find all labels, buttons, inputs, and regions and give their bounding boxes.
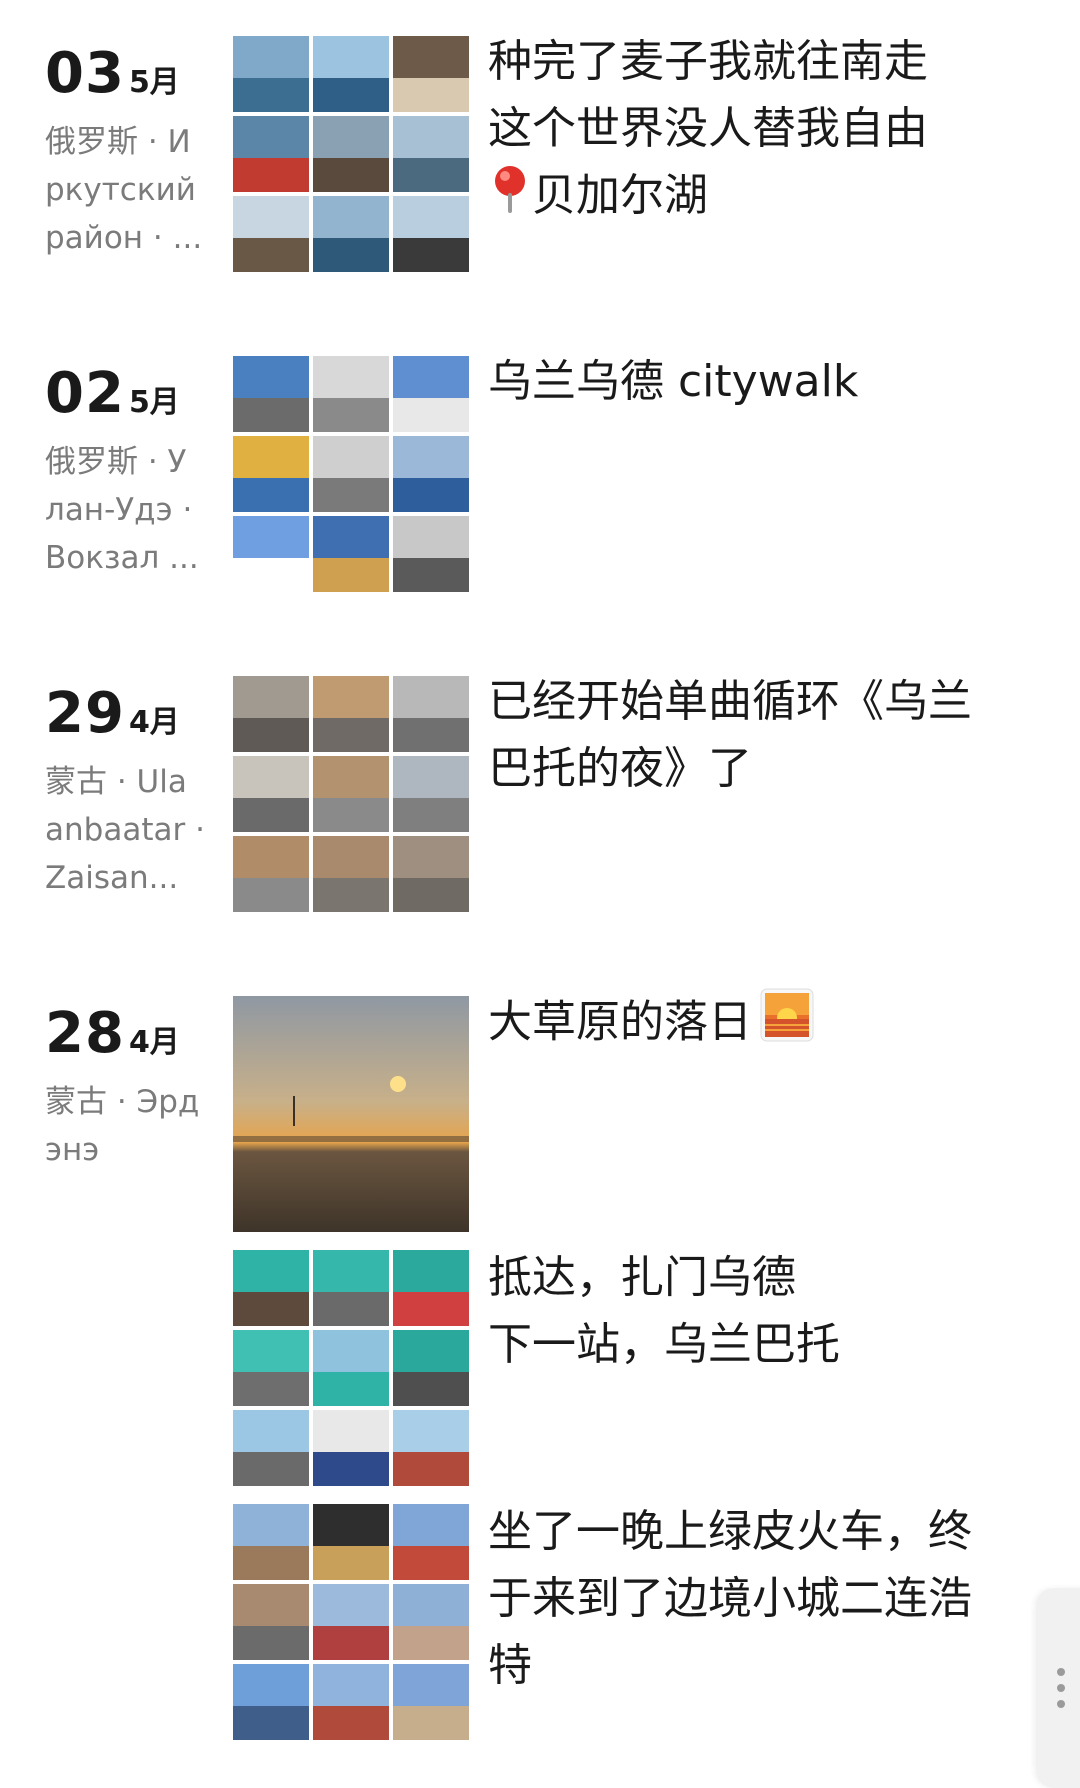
date-month: 5月 bbox=[128, 385, 180, 420]
photo-grid[interactable] bbox=[233, 1504, 469, 1740]
date-day: 02 bbox=[45, 361, 125, 426]
photo-thumbnail[interactable] bbox=[233, 196, 309, 272]
photo-thumbnail[interactable] bbox=[313, 36, 389, 112]
photo-thumbnail[interactable] bbox=[313, 1504, 389, 1580]
photo-thumbnail[interactable] bbox=[313, 436, 389, 512]
date-day: 28 bbox=[45, 1001, 125, 1066]
entry-date: 29 4月 bbox=[45, 682, 180, 746]
photo-thumbnail[interactable] bbox=[313, 516, 389, 592]
photo-thumbnail[interactable] bbox=[233, 116, 309, 192]
date-day: 29 bbox=[45, 681, 125, 746]
location-text[interactable]: 蒙古 · Эрдэнэ bbox=[45, 1078, 205, 1174]
photo-thumbnail[interactable] bbox=[393, 36, 469, 112]
photo-grid[interactable] bbox=[233, 676, 469, 912]
post-caption[interactable]: 乌兰乌德 citywalk bbox=[488, 348, 1008, 415]
sunset-photo bbox=[233, 996, 469, 1232]
photo-thumbnail[interactable] bbox=[393, 1250, 469, 1326]
photo-thumbnail[interactable] bbox=[313, 756, 389, 832]
photo-thumbnail[interactable] bbox=[393, 836, 469, 912]
photo-thumbnail[interactable] bbox=[233, 356, 309, 432]
location-text[interactable]: 俄罗斯 · Иркутский район · ... bbox=[45, 118, 205, 262]
date-month: 4月 bbox=[128, 705, 180, 740]
entry-date: 03 5月 bbox=[45, 42, 180, 106]
date-month: 5月 bbox=[128, 65, 180, 100]
sunset-icon bbox=[760, 988, 814, 1061]
location-text[interactable]: 蒙古 · Ulaanbaatar · Zaisan... bbox=[45, 758, 205, 902]
photo-thumbnail[interactable] bbox=[313, 1330, 389, 1406]
photo-thumbnail[interactable] bbox=[233, 1410, 309, 1486]
photo-thumbnail[interactable] bbox=[313, 1410, 389, 1486]
photo-thumbnail[interactable] bbox=[233, 1664, 309, 1740]
photo-thumbnail[interactable] bbox=[393, 1330, 469, 1406]
post-caption[interactable]: 已经开始单曲循环《乌兰巴托的夜》了 bbox=[488, 668, 1008, 802]
scroll-dot bbox=[1057, 1668, 1065, 1676]
entry-date: 02 5月 bbox=[45, 362, 180, 426]
location-text[interactable]: 俄罗斯 · Улан-Удэ · Вокзал ... bbox=[45, 438, 205, 582]
photo-thumbnail[interactable] bbox=[233, 436, 309, 512]
photo-thumbnail[interactable] bbox=[233, 36, 309, 112]
photo-thumbnail[interactable] bbox=[313, 676, 389, 752]
photo-thumbnail[interactable] bbox=[393, 436, 469, 512]
scroll-handle[interactable] bbox=[1036, 1588, 1080, 1788]
photo-thumbnail[interactable] bbox=[233, 1504, 309, 1580]
entry-date: 28 4月 bbox=[45, 1002, 180, 1066]
photo-thumbnail[interactable] bbox=[233, 1330, 309, 1406]
red-pin-icon bbox=[488, 163, 532, 234]
scroll-dot bbox=[1057, 1684, 1065, 1692]
post-caption[interactable]: 种完了麦子我就往南走 这个世界没人替我自由 贝加尔湖 bbox=[488, 28, 1008, 234]
post-caption[interactable]: 抵达，扎门乌德 下一站，乌兰巴托 bbox=[488, 1244, 1008, 1378]
photo-thumbnail[interactable] bbox=[393, 196, 469, 272]
post-caption[interactable]: 坐了一晚上绿皮火车，终于来到了边境小城二连浩特 bbox=[488, 1498, 1008, 1699]
date-month: 4月 bbox=[128, 1025, 180, 1060]
photo-thumbnail[interactable] bbox=[233, 836, 309, 912]
photo-thumbnail[interactable] bbox=[313, 836, 389, 912]
photo-thumbnail[interactable] bbox=[313, 1664, 389, 1740]
photo-thumbnail[interactable] bbox=[233, 516, 309, 592]
photo-thumbnail[interactable] bbox=[393, 1664, 469, 1740]
photo-thumbnail[interactable] bbox=[393, 1504, 469, 1580]
photo-thumbnail[interactable] bbox=[393, 356, 469, 432]
caption-text: 大草原的落日 bbox=[488, 996, 752, 1048]
date-day: 03 bbox=[45, 41, 125, 106]
caption-location-tag: 贝加尔湖 bbox=[532, 170, 708, 221]
photo-grid[interactable] bbox=[233, 36, 469, 272]
photo-thumbnail[interactable] bbox=[313, 196, 389, 272]
photo-thumbnail[interactable] bbox=[313, 116, 389, 192]
photo-grid[interactable] bbox=[233, 356, 469, 592]
photo-thumbnail[interactable] bbox=[233, 1250, 309, 1326]
photo-thumbnail[interactable] bbox=[393, 116, 469, 192]
photo-thumbnail[interactable] bbox=[233, 1584, 309, 1660]
photo-thumbnail[interactable] bbox=[393, 1584, 469, 1660]
photo-single[interactable] bbox=[233, 996, 469, 1232]
caption-text: 种完了麦子我就往南走 这个世界没人替我自由 bbox=[488, 36, 928, 154]
photo-thumbnail[interactable] bbox=[393, 1410, 469, 1486]
photo-thumbnail[interactable] bbox=[393, 516, 469, 592]
scroll-dot bbox=[1057, 1700, 1065, 1708]
photo-thumbnail[interactable] bbox=[233, 756, 309, 832]
photo-thumbnail[interactable] bbox=[313, 1584, 389, 1660]
photo-thumbnail[interactable] bbox=[233, 676, 309, 752]
photo-thumbnail[interactable] bbox=[313, 356, 389, 432]
photo-thumbnail[interactable] bbox=[313, 1250, 389, 1326]
photo-grid[interactable] bbox=[233, 1250, 469, 1486]
photo-thumbnail[interactable] bbox=[393, 676, 469, 752]
post-caption[interactable]: 大草原的落日 bbox=[488, 988, 1008, 1061]
photo-thumbnail[interactable] bbox=[393, 756, 469, 832]
